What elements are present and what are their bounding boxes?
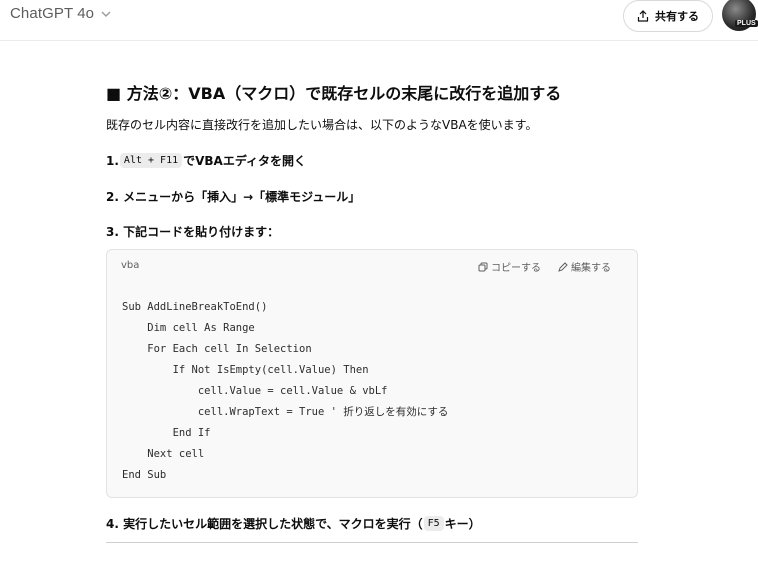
edit-code-button[interactable]: 編集する [558, 259, 611, 274]
intro-text: 既存のセル内容に直接改行を追加したい場合は、以下のようなVBAを使います。 [106, 118, 538, 132]
model-selector[interactable]: ChatGPT 4o [10, 5, 112, 22]
share-label: 共有する [655, 10, 699, 23]
code-line: cell.Value = cell.Value & vbLf [122, 385, 388, 397]
step-1: 1. Alt + F11 でVBAエディタを開く [106, 152, 306, 169]
code-line: For Each cell In Selection [122, 343, 312, 355]
code-language: vba [121, 260, 140, 271]
section-heading: ■ 方法②：VBA（マクロ）で既存セルの末尾に改行を追加する [106, 84, 562, 103]
divider [106, 542, 638, 543]
model-name: ChatGPT 4o [10, 5, 95, 22]
step-1-key: Alt + F11 [119, 153, 183, 168]
step-3: 3. 下記コードを貼り付けます： [106, 225, 280, 239]
code-line: Sub AddLineBreakToEnd() [122, 301, 268, 313]
share-button[interactable]: 共有する [623, 0, 713, 32]
code-line: End If [122, 427, 211, 439]
code-line: cell.WrapText = True ' 折り返しを有効にする [122, 406, 449, 418]
step-1-text: でVBAエディタを開く [183, 154, 306, 168]
step-1-prefix: 1. [106, 153, 119, 168]
copy-icon [478, 262, 488, 271]
chevron-down-icon [101, 11, 111, 17]
step-4: 4. 実行したいセル範囲を選択した状態で、マクロを実行（ F5 キー） [106, 515, 481, 532]
code-line: Next cell [122, 448, 205, 460]
top-bar: ChatGPT 4o 共有する PLUS [0, 0, 758, 41]
edit-label: 編集する [571, 263, 611, 274]
code-line: Dim cell As Range [122, 322, 255, 334]
code-block: vba コピーする 編集する Sub AddLineBreakToEnd() D… [106, 249, 638, 498]
copy-code-button[interactable]: コピーする [478, 259, 541, 274]
code-content: Sub AddLineBreakToEnd() Dim cell As Rang… [122, 297, 448, 486]
plus-badge: PLUS [735, 20, 758, 27]
edit-icon [558, 261, 568, 272]
step-2: 2. メニューから「挿入」→「標準モジュール」 [106, 190, 361, 204]
copy-label: コピーする [491, 263, 541, 274]
step-4-prefix: 4. 実行したいセル範囲を選択した状態で、マクロを実行（ [106, 517, 423, 531]
code-line: If Not IsEmpty(cell.Value) Then [122, 364, 369, 376]
code-line: End Sub [122, 469, 167, 481]
step-4-key: F5 [423, 516, 444, 531]
step-4-suffix: キー） [444, 517, 481, 531]
share-icon [637, 10, 649, 22]
